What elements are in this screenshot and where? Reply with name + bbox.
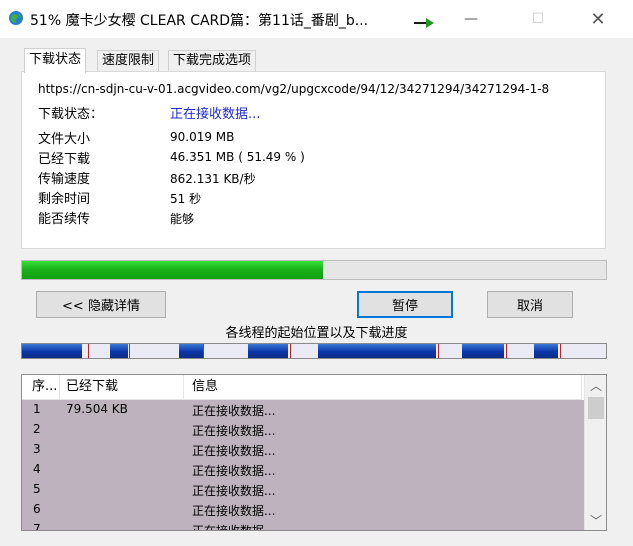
thread-segment xyxy=(318,344,436,358)
thread-segment xyxy=(179,344,203,358)
green-arrow-icon xyxy=(414,18,434,28)
file-size-label: 文件大小 xyxy=(38,132,91,147)
hide-details-button[interactable]: << 隐藏详情 xyxy=(36,291,166,318)
table-row[interactable]: 3 正在接收数据... xyxy=(22,440,584,460)
thread-segment xyxy=(110,344,128,358)
table-row[interactable]: 7 正在接收数据... xyxy=(22,520,584,531)
download-url: https://cn-sdjn-cu-v-01.acgvideo.com/vg2… xyxy=(38,82,550,96)
resumable-value: 能够 xyxy=(170,212,195,226)
table-row[interactable]: 6 正在接收数据... xyxy=(22,500,584,520)
thread-start-marker xyxy=(129,344,130,358)
thread-start-marker xyxy=(438,344,439,358)
thread-list-header: 序... 已经下载 信息 xyxy=(22,375,582,400)
pause-button[interactable]: 暂停 xyxy=(357,291,453,318)
table-row[interactable]: 4 正在接收数据... xyxy=(22,460,584,480)
close-button[interactable]: ✕ xyxy=(575,0,621,38)
tab-download-status[interactable]: 下载状态 xyxy=(24,48,87,73)
list-scrollbar[interactable]: ︿ ﹀ xyxy=(584,375,606,530)
column-info[interactable]: 信息 xyxy=(184,375,582,399)
row-index: 5 xyxy=(33,482,41,496)
thread-segment xyxy=(22,344,82,358)
thread-segment xyxy=(248,344,288,358)
row-index: 7 xyxy=(33,522,41,531)
downloaded-value: 46.351 MB ( 51.49 % ) xyxy=(170,150,305,164)
thread-progress-bar xyxy=(21,343,607,359)
thread-start-marker xyxy=(560,344,561,358)
thread-start-marker xyxy=(506,344,507,358)
thread-list[interactable]: 序... 已经下载 信息 1 79.504 KB 正在接收数据... 2 正在接… xyxy=(21,374,607,531)
thread-segment xyxy=(462,344,504,358)
scroll-up-icon[interactable]: ︿ xyxy=(585,375,606,395)
thread-progress-caption: 各线程的起始位置以及下载进度 xyxy=(225,326,408,341)
title-bar: 51% 魔卡少女樱 CLEAR CARD篇：第11话_番剧_b... — ☐ ✕ xyxy=(0,0,633,38)
tab-speed-limit[interactable]: 速度限制 xyxy=(97,50,160,71)
time-remaining-value: 51 秒 xyxy=(170,192,202,206)
file-size-value: 90.019 MB xyxy=(170,130,235,144)
row-info: 正在接收数据... xyxy=(192,524,276,531)
thread-segment xyxy=(534,344,558,358)
status-value: 正在接收数据... xyxy=(170,107,261,122)
row-info: 正在接收数据... xyxy=(192,464,276,478)
downloaded-label: 已经下载 xyxy=(38,152,91,167)
maximize-button[interactable]: ☐ xyxy=(515,0,561,38)
thread-start-marker xyxy=(203,344,204,358)
column-downloaded[interactable]: 已经下载 xyxy=(60,375,184,399)
column-index[interactable]: 序... xyxy=(22,375,60,399)
status-panel: https://cn-sdjn-cu-v-01.acgvideo.com/vg2… xyxy=(21,71,606,249)
time-remaining-label: 剩余时间 xyxy=(38,192,91,207)
cancel-button[interactable]: 取消 xyxy=(487,291,573,318)
row-index: 4 xyxy=(33,462,41,476)
tab-completion-options[interactable]: 下载完成选项 xyxy=(168,50,257,71)
row-info: 正在接收数据... xyxy=(192,504,276,518)
transfer-speed-label: 传输速度 xyxy=(38,172,91,187)
status-label: 下载状态： xyxy=(38,107,104,122)
row-info: 正在接收数据... xyxy=(192,484,276,498)
row-index: 3 xyxy=(33,442,41,456)
row-info: 正在接收数据... xyxy=(192,424,276,438)
scroll-thumb[interactable] xyxy=(588,397,604,419)
row-index: 1 xyxy=(33,402,41,416)
app-globe-icon xyxy=(9,11,23,25)
thread-start-marker xyxy=(290,344,291,358)
row-index: 6 xyxy=(33,502,41,516)
resumable-label: 能否续传 xyxy=(38,212,91,227)
transfer-speed-value: 862.131 KB/秒 xyxy=(170,172,256,186)
row-index: 2 xyxy=(33,422,41,436)
thread-list-body: 1 79.504 KB 正在接收数据... 2 正在接收数据... 3 正在接收… xyxy=(22,400,584,530)
row-info: 正在接收数据... xyxy=(192,444,276,458)
download-progress-bar xyxy=(21,260,607,280)
row-info: 正在接收数据... xyxy=(192,404,276,418)
progress-fill xyxy=(22,261,323,279)
table-row[interactable]: 5 正在接收数据... xyxy=(22,480,584,500)
scroll-down-icon[interactable]: ﹀ xyxy=(585,510,606,530)
thread-start-marker xyxy=(88,344,89,358)
table-row[interactable]: 1 79.504 KB 正在接收数据... xyxy=(22,400,584,420)
table-row[interactable]: 2 正在接收数据... xyxy=(22,420,584,440)
window-title: 51% 魔卡少女樱 CLEAR CARD篇：第11话_番剧_b... xyxy=(30,13,369,29)
row-downloaded: 79.504 KB xyxy=(66,402,128,416)
minimize-button[interactable]: — xyxy=(448,0,494,38)
